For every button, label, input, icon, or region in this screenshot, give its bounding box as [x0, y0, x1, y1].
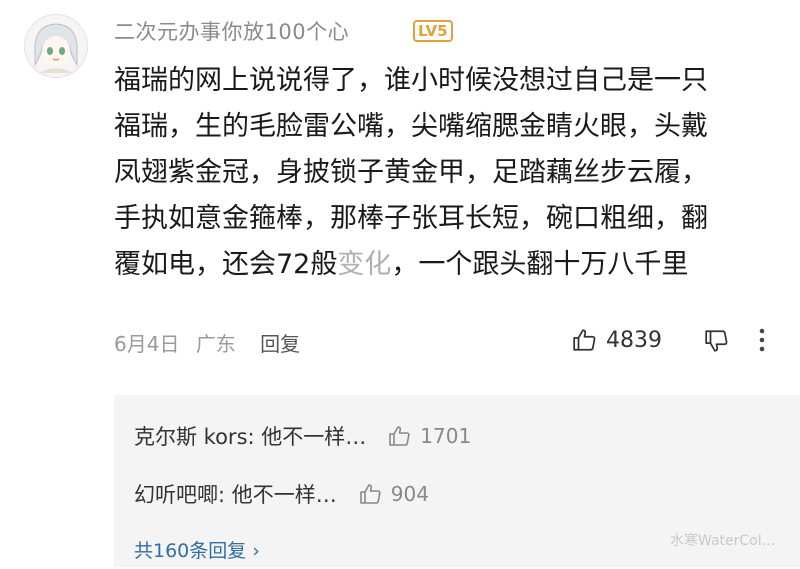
reply-like-count: 1701 — [420, 424, 472, 448]
username[interactable]: 二次元办事你放100个心 — [114, 16, 349, 46]
reply-text: 克尔斯 kors: 他不一样… — [134, 425, 367, 449]
comment-line: 凤翅紫金冠，身披锁子黄金甲，足踏藕丝步云履， — [114, 157, 708, 188]
reply-item[interactable]: 克尔斯 kors: 他不一样… 1701 — [134, 421, 471, 451]
dislike-button[interactable] — [704, 328, 730, 358]
view-all-replies-link[interactable]: 共160条回复 › — [134, 536, 260, 563]
thumbs-down-icon — [705, 330, 728, 352]
comment-text-segment: ，一个跟头翻十万八千里 — [391, 249, 689, 280]
highlighted-keyword[interactable]: 变化 — [337, 249, 391, 280]
level-badge: LV5 — [413, 20, 453, 42]
comment-meta: 6月4日 广东 回复 — [114, 328, 300, 357]
reply-item[interactable]: 幻听吧唧: 他不一样… 904 — [134, 479, 429, 509]
comment-location: 广东 — [195, 332, 236, 356]
comment-date: 6月4日 — [114, 332, 180, 356]
comment-line: 福瑞，生的毛脸雷公嘴，尖嘴缩腮金睛火眼，头戴 — [114, 111, 708, 142]
reply-like-button[interactable]: 1701 — [388, 424, 471, 448]
like-button[interactable]: 4839 — [572, 327, 662, 353]
comment-text-segment: 覆如电，还会72般 — [114, 249, 338, 280]
like-count: 4839 — [606, 327, 662, 353]
reply-like-count: 904 — [390, 482, 429, 506]
thumbs-up-icon — [359, 484, 381, 504]
avatar[interactable] — [24, 14, 88, 78]
comment-text: 福瑞的网上说说得了，谁小时候没想过自己是一只 福瑞，生的毛脸雷公嘴，尖嘴缩腮金睛… — [114, 58, 794, 288]
thumbs-up-icon — [389, 426, 410, 446]
reply-text: 幻听吧唧: 他不一样… — [134, 483, 337, 507]
comment-line: 覆如电，还会72般变化，一个跟头翻十万八千里 — [114, 242, 794, 288]
reply-button[interactable]: 回复 — [260, 332, 300, 356]
more-options-button[interactable] — [757, 326, 767, 358]
avatar-anime-girl-image — [25, 15, 87, 77]
watermark: 水寒WaterCol... — [670, 533, 775, 549]
comment-line: 手执如意金箍棒，那棒子张耳长短，碗口粗细，翻 — [114, 203, 708, 234]
reply-like-button[interactable]: 904 — [359, 482, 429, 506]
more-vertical-icon — [759, 328, 765, 352]
comment-line: 福瑞的网上说说得了，谁小时候没想过自己是一只 — [114, 65, 708, 96]
thumbs-up-icon — [573, 329, 596, 351]
